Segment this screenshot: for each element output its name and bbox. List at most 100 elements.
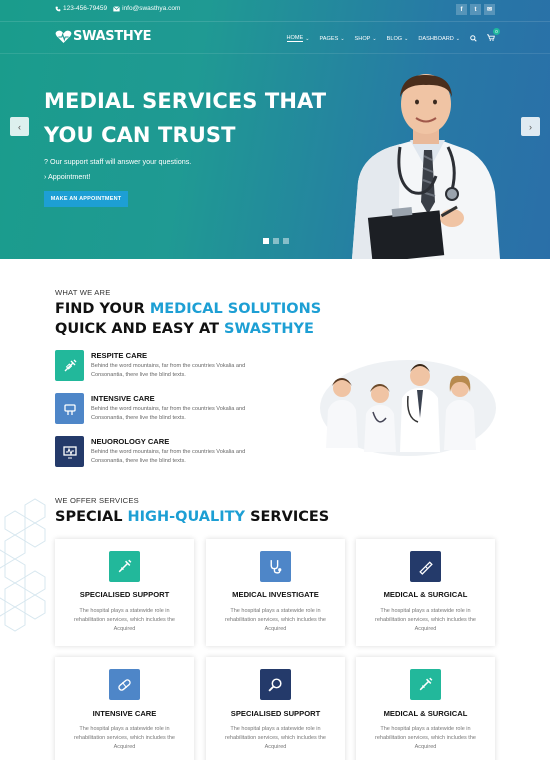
- service-card-description-line: rehabilitation services, which includes …: [74, 617, 175, 623]
- about-title-highlight-2: SWASTHYE: [224, 321, 314, 337]
- slide-headline-line-2: YOU CAN TRUST: [44, 123, 236, 147]
- service-card[interactable]: MEDICAL INVESTIGATE The hospital plays a…: [206, 539, 345, 646]
- service-card-description-line: Acquired: [414, 744, 437, 750]
- service-card-description-line: Acquired: [113, 626, 136, 632]
- feature-title: NEUOROLOGY CARE: [91, 437, 170, 446]
- pills-icon: [109, 669, 140, 700]
- feature-description-line: Behind the word mountains, far from the …: [91, 363, 246, 369]
- service-card-description-line: Acquired: [113, 744, 136, 750]
- bandage-icon: [55, 393, 84, 424]
- service-card[interactable]: INTENSIVE CARE The hospital plays a stat…: [55, 657, 194, 760]
- service-card-description-line: The hospital plays a statewide role in: [79, 726, 170, 732]
- service-card[interactable]: MEDICAL & SURGICAL The hospital plays a …: [356, 657, 495, 760]
- cart-icon: [487, 34, 495, 41]
- feature-description-line: Consonantia, there live the blind texts.: [91, 372, 186, 378]
- service-card[interactable]: MEDICAL & SURGICAL The hospital plays a …: [356, 539, 495, 646]
- service-card-description-line: rehabilitation services, which includes …: [225, 735, 326, 741]
- service-card-description-line: The hospital plays a statewide role in: [380, 608, 471, 614]
- about-title-highlight: MEDICAL SOLUTIONS: [149, 301, 322, 317]
- service-card-description-line: rehabilitation services, which includes …: [74, 735, 175, 741]
- nav-item-dashboard[interactable]: DASHBOARD ⌄: [418, 36, 460, 42]
- slide-headline: MEDIAL SERVICES THAT YOU CAN TRUST: [44, 84, 326, 152]
- service-card-description: The hospital plays a statewide role in re…: [67, 607, 182, 634]
- feature-description: Behind the word mountains, far from the …: [91, 405, 291, 423]
- services-title-highlight: HIGH-QUALITY: [127, 509, 246, 525]
- service-card-description: The hospital plays a statewide role in re…: [368, 725, 483, 752]
- syringe-icon: [410, 669, 441, 700]
- feature-title: RESPITE CARE: [91, 351, 148, 360]
- service-card[interactable]: SPECIALISED SUPPORT The hospital plays a…: [206, 657, 345, 760]
- service-card-description: The hospital plays a statewide role in re…: [67, 725, 182, 752]
- services-title-a: SPECIAL: [55, 509, 128, 525]
- make-appointment-button[interactable]: MAKE AN APPOINTMENT: [44, 191, 128, 207]
- syringe-icon: [55, 350, 84, 381]
- slide-headline-line-1: MEDIAL SERVICES THAT: [44, 89, 327, 113]
- main-menu: HOME ⌄ PAGES ⌄ SHOP ⌄ BLOG ⌄ DASHBOARD ⌄ 0: [286, 28, 500, 43]
- chevron-down-icon: ⌄: [305, 35, 310, 42]
- search-icon[interactable]: [470, 35, 477, 42]
- about-title: FIND YOUR MEDICAL SOLUTIONS QUICK AND EA…: [55, 299, 321, 339]
- service-card-title: MEDICAL & SURGICAL: [383, 590, 468, 599]
- email-icon[interactable]: ✉: [484, 4, 495, 15]
- twitter-icon[interactable]: t: [470, 4, 481, 15]
- feature-description-line: Behind the word mountains, far from the …: [91, 449, 246, 455]
- monitor-icon: [55, 436, 84, 467]
- slide-subtext: ? Our support staff will answer your que…: [44, 157, 192, 166]
- service-card-description-line: The hospital plays a statewide role in: [380, 726, 471, 732]
- service-card-description-line: The hospital plays a statewide role in: [79, 608, 170, 614]
- cart-button[interactable]: 0: [487, 28, 500, 43]
- service-card-title: SPECIALISED SUPPORT: [230, 709, 321, 718]
- feature-respite-care: RESPITE CARE Behind the word mountains, …: [55, 350, 305, 384]
- service-card-description-line: rehabilitation services, which includes …: [375, 735, 476, 741]
- about-title-a: FIND YOUR: [55, 301, 150, 317]
- nav-item-pages[interactable]: PAGES ⌄: [319, 36, 344, 42]
- slider-prev-button[interactable]: ‹: [10, 117, 29, 136]
- scalpel-icon: [410, 551, 441, 582]
- service-card-description: The hospital plays a statewide role in re…: [368, 607, 483, 634]
- email-address: info@swasthya.com: [122, 5, 181, 12]
- envelope-icon: [113, 5, 120, 11]
- email-contact[interactable]: info@swasthya.com: [113, 5, 180, 12]
- slider-dots: [263, 238, 289, 244]
- chevron-down-icon: ⌄: [404, 35, 409, 42]
- feature-description: Behind the word mountains, far from the …: [91, 362, 291, 380]
- syringe-icon: [109, 551, 140, 582]
- slide-subtext-2: › Appointment!: [44, 172, 91, 181]
- nav-item-blog[interactable]: BLOG ⌄: [387, 36, 409, 42]
- chevron-down-icon: ⌄: [340, 35, 345, 42]
- service-card-description-line: Acquired: [264, 744, 287, 750]
- slider-dot[interactable]: [263, 238, 269, 244]
- service-card-description-line: rehabilitation services, which includes …: [375, 617, 476, 623]
- nav-label: DASHBOARD: [418, 35, 454, 42]
- nav-label: BLOG: [386, 35, 403, 42]
- brand-logo[interactable]: SWASTHYE: [55, 29, 151, 44]
- services-title-b: SERVICES: [245, 509, 330, 525]
- feature-description-line: Behind the word mountains, far from the …: [91, 406, 246, 412]
- service-card-title: MEDICAL & SURGICAL: [383, 709, 468, 718]
- service-card-description: The hospital plays a statewide role in re…: [218, 607, 333, 634]
- nav-label: SHOP: [354, 35, 371, 42]
- cart-count-badge: 0: [493, 28, 500, 35]
- facebook-icon[interactable]: f: [456, 4, 467, 15]
- feature-title: INTENSIVE CARE: [91, 394, 155, 403]
- nav-item-shop[interactable]: SHOP ⌄: [355, 36, 377, 42]
- slider-dot[interactable]: [273, 238, 279, 244]
- slider-next-button[interactable]: ›: [521, 117, 540, 136]
- services-title: SPECIAL HIGH-QUALITY SERVICES: [55, 507, 329, 527]
- service-card-title: MEDICAL INVESTIGATE: [232, 590, 319, 599]
- phone-contact[interactable]: 123-456-79459: [55, 5, 107, 12]
- nav-item-home[interactable]: HOME ⌄: [286, 35, 310, 42]
- phone-number: 123-456-79459: [63, 5, 108, 12]
- service-card-description-line: Acquired: [264, 626, 287, 632]
- service-card-description: The hospital plays a statewide role in re…: [218, 725, 333, 752]
- phone-icon: [55, 6, 61, 11]
- about-eyebrow: WHAT WE ARE: [55, 288, 111, 297]
- slider-dot[interactable]: [283, 238, 289, 244]
- nav-label: HOME: [286, 35, 304, 42]
- hero-section: 123-456-79459 info@swasthya.com f t ✉ SW…: [0, 0, 550, 259]
- feature-description: Behind the word mountains, far from the …: [91, 448, 291, 466]
- doctor-photo: [352, 74, 500, 259]
- service-card[interactable]: SPECIALISED SUPPORT The hospital plays a…: [55, 539, 194, 646]
- top-bar: 123-456-79459 info@swasthya.com f t ✉: [0, 0, 550, 22]
- chevron-down-icon: ⌄: [372, 35, 377, 42]
